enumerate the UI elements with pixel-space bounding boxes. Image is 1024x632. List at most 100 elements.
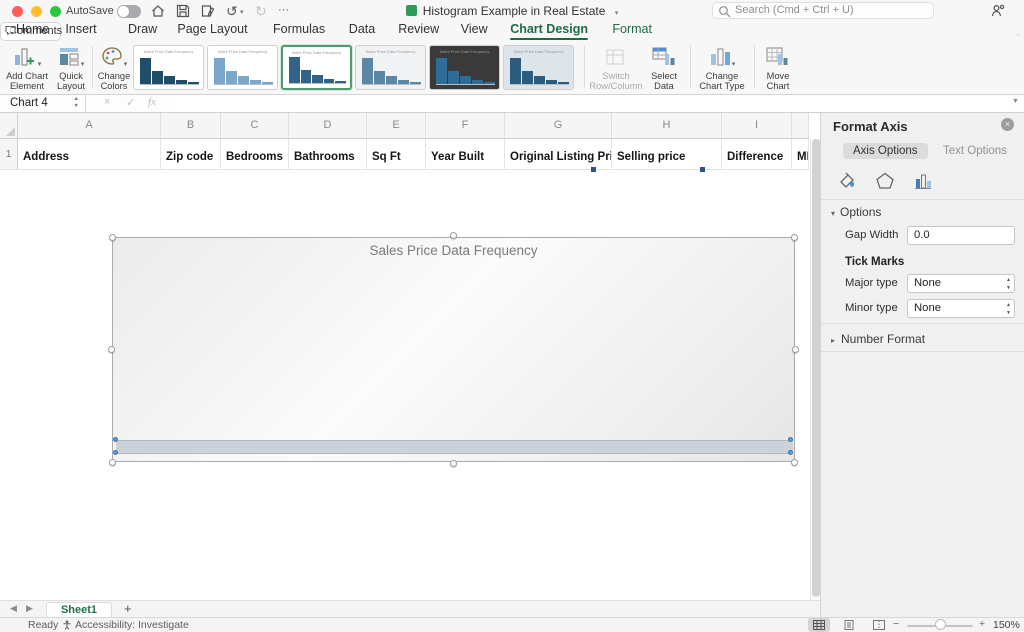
gap-width-label: Gap Width bbox=[845, 229, 907, 241]
column-header-A[interactable]: A bbox=[18, 113, 161, 139]
fill-line-icon[interactable] bbox=[837, 171, 857, 191]
chart-resize-handle[interactable] bbox=[108, 346, 115, 353]
stepper-icon[interactable]: ▲▼ bbox=[1006, 276, 1011, 292]
next-sheet-icon[interactable]: ▶ bbox=[26, 603, 33, 614]
quick-layout-icon bbox=[58, 46, 80, 68]
chart-style-6[interactable]: Sales Price Data Frequency bbox=[503, 45, 574, 90]
column-header-F[interactable]: F bbox=[426, 113, 505, 139]
effects-icon[interactable] bbox=[875, 171, 895, 191]
move-chart-button[interactable]: Move Chart bbox=[758, 44, 798, 92]
select-all-corner[interactable] bbox=[0, 113, 18, 139]
chart-resize-handle[interactable] bbox=[109, 459, 116, 466]
sheet-tab-sheet1[interactable]: Sheet1 bbox=[46, 602, 112, 618]
cell[interactable]: Selling price bbox=[612, 139, 722, 170]
chart-resize-handle[interactable] bbox=[450, 232, 457, 239]
chart-style-4[interactable]: Sales Price Data Frequency bbox=[355, 45, 426, 90]
selection-handle[interactable] bbox=[591, 167, 596, 172]
ribbon-tab-page-layout[interactable]: Page Layout bbox=[177, 22, 247, 36]
accessibility-icon bbox=[62, 620, 72, 630]
switch-row-column-button: Switch Row/Column bbox=[588, 44, 644, 92]
ribbon-tab-home[interactable]: Home bbox=[16, 22, 49, 36]
cell[interactable]: Year Built bbox=[426, 139, 505, 170]
sheet-row-1: 1AddressZip codeBedroomsBathroomsSq FtYe… bbox=[0, 139, 810, 170]
add-sheet-button[interactable]: + bbox=[124, 601, 132, 616]
ribbon-tab-view[interactable]: View bbox=[461, 22, 488, 36]
zoom-in-icon[interactable]: + bbox=[979, 618, 985, 630]
cell[interactable]: ML bbox=[792, 139, 809, 170]
select-data-button[interactable]: Select Data bbox=[644, 44, 684, 92]
column-header-E[interactable]: E bbox=[367, 113, 426, 139]
zoom-out-icon[interactable]: − bbox=[893, 618, 899, 630]
add-chart-element-button[interactable]: ▾ Add Chart Element bbox=[2, 44, 52, 92]
cell[interactable]: Bedrooms bbox=[221, 139, 289, 170]
stepper-icon[interactable]: ▲▼ bbox=[1006, 301, 1011, 317]
x-axis-labels[interactable] bbox=[116, 440, 793, 454]
column-header-H[interactable]: H bbox=[612, 113, 722, 139]
ribbon-tab-chart-design[interactable]: Chart Design bbox=[510, 22, 588, 36]
ribbon-tab-draw[interactable]: Draw bbox=[128, 22, 157, 36]
number-format-section-header[interactable]: ▸Number Format bbox=[831, 332, 925, 346]
axis-selection-dot bbox=[113, 437, 118, 442]
tab-text-options[interactable]: Text Options bbox=[943, 143, 1007, 159]
cell[interactable]: Address bbox=[18, 139, 161, 170]
ribbon-tab-format[interactable]: Format bbox=[612, 22, 652, 36]
row-number[interactable]: 1 bbox=[0, 139, 18, 170]
prev-sheet-icon[interactable]: ◀ bbox=[10, 603, 17, 614]
chart-resize-handle[interactable] bbox=[792, 346, 799, 353]
chart-object[interactable]: Sales Price Data Frequency bbox=[112, 237, 795, 462]
ribbon-tab-formulas[interactable]: Formulas bbox=[273, 22, 325, 36]
chart-title[interactable]: Sales Price Data Frequency bbox=[113, 243, 794, 258]
options-section-header[interactable]: ▾Options bbox=[831, 205, 881, 219]
chart-style-1[interactable]: Sales Price Data Frequency bbox=[133, 45, 204, 90]
chart-style-3[interactable]: Sales Price Data Frequency bbox=[281, 45, 352, 90]
name-box[interactable]: Chart 4 ▲▼ bbox=[0, 95, 86, 113]
zoom-slider-thumb[interactable] bbox=[935, 619, 946, 630]
cell[interactable]: Original Listing Price bbox=[505, 139, 612, 170]
ribbon-tab-insert[interactable]: Insert bbox=[65, 22, 96, 36]
ribbon-tab-data[interactable]: Data bbox=[349, 22, 375, 36]
cell[interactable]: Bathrooms bbox=[289, 139, 367, 170]
enter-icon: ✓ bbox=[126, 96, 135, 109]
search-input[interactable]: Search (Cmd + Ctrl + U) bbox=[712, 2, 934, 19]
format-axis-panel: Format Axis × Axis Options Text Options … bbox=[820, 113, 1024, 617]
close-icon[interactable]: × bbox=[1001, 118, 1014, 131]
column-header-G[interactable]: G bbox=[505, 113, 612, 139]
page-layout-view-button[interactable] bbox=[838, 618, 860, 632]
vertical-scrollbar[interactable] bbox=[810, 139, 820, 600]
cell[interactable]: Zip code bbox=[161, 139, 221, 170]
chart-resize-handle[interactable] bbox=[791, 234, 798, 241]
major-type-select[interactable]: None ▲▼ bbox=[907, 274, 1015, 293]
chart-resize-handle[interactable] bbox=[109, 234, 116, 241]
account-icon[interactable] bbox=[990, 3, 1006, 19]
column-header-C[interactable]: C bbox=[221, 113, 289, 139]
title-chevron-icon: ▾ bbox=[615, 10, 619, 17]
gap-width-input[interactable]: 0.0 bbox=[907, 226, 1015, 245]
accessibility-status[interactable]: Accessibility: Investigate bbox=[62, 619, 189, 631]
formula-bar-expand-icon[interactable]: ▼ bbox=[1012, 98, 1019, 105]
column-header-clipped[interactable] bbox=[792, 113, 809, 139]
name-box-stepper[interactable]: ▲▼ bbox=[74, 96, 79, 110]
quick-layout-button[interactable]: ▾ Quick Layout bbox=[53, 44, 89, 92]
selection-handle[interactable] bbox=[700, 167, 705, 172]
chart-resize-handle[interactable] bbox=[450, 460, 457, 467]
normal-view-button[interactable] bbox=[808, 618, 830, 632]
chart-options-icon[interactable] bbox=[913, 171, 933, 191]
add-chart-element-icon bbox=[13, 46, 37, 68]
select-data-icon bbox=[652, 46, 676, 68]
change-colors-button[interactable]: ▾ Change Colors bbox=[96, 44, 132, 92]
cell[interactable]: Difference bbox=[722, 139, 792, 170]
ribbon-tab-review[interactable]: Review bbox=[398, 22, 439, 36]
search-placeholder: Search (Cmd + Ctrl + U) bbox=[735, 4, 854, 16]
tab-axis-options[interactable]: Axis Options bbox=[843, 143, 928, 159]
column-header-D[interactable]: D bbox=[289, 113, 367, 139]
column-header-I[interactable]: I bbox=[722, 113, 792, 139]
page-break-view-button[interactable] bbox=[868, 618, 890, 632]
formula-input[interactable] bbox=[170, 97, 1010, 111]
chart-resize-handle[interactable] bbox=[791, 459, 798, 466]
minor-type-select[interactable]: None ▲▼ bbox=[907, 299, 1015, 318]
change-chart-type-button[interactable]: ▾ Change Chart Type bbox=[694, 44, 750, 92]
chart-style-5[interactable]: Sales Price Data Frequency bbox=[429, 45, 500, 90]
column-header-B[interactable]: B bbox=[161, 113, 221, 139]
chart-style-2[interactable]: Sales Price Data Frequency bbox=[207, 45, 278, 90]
cell[interactable]: Sq Ft bbox=[367, 139, 426, 170]
